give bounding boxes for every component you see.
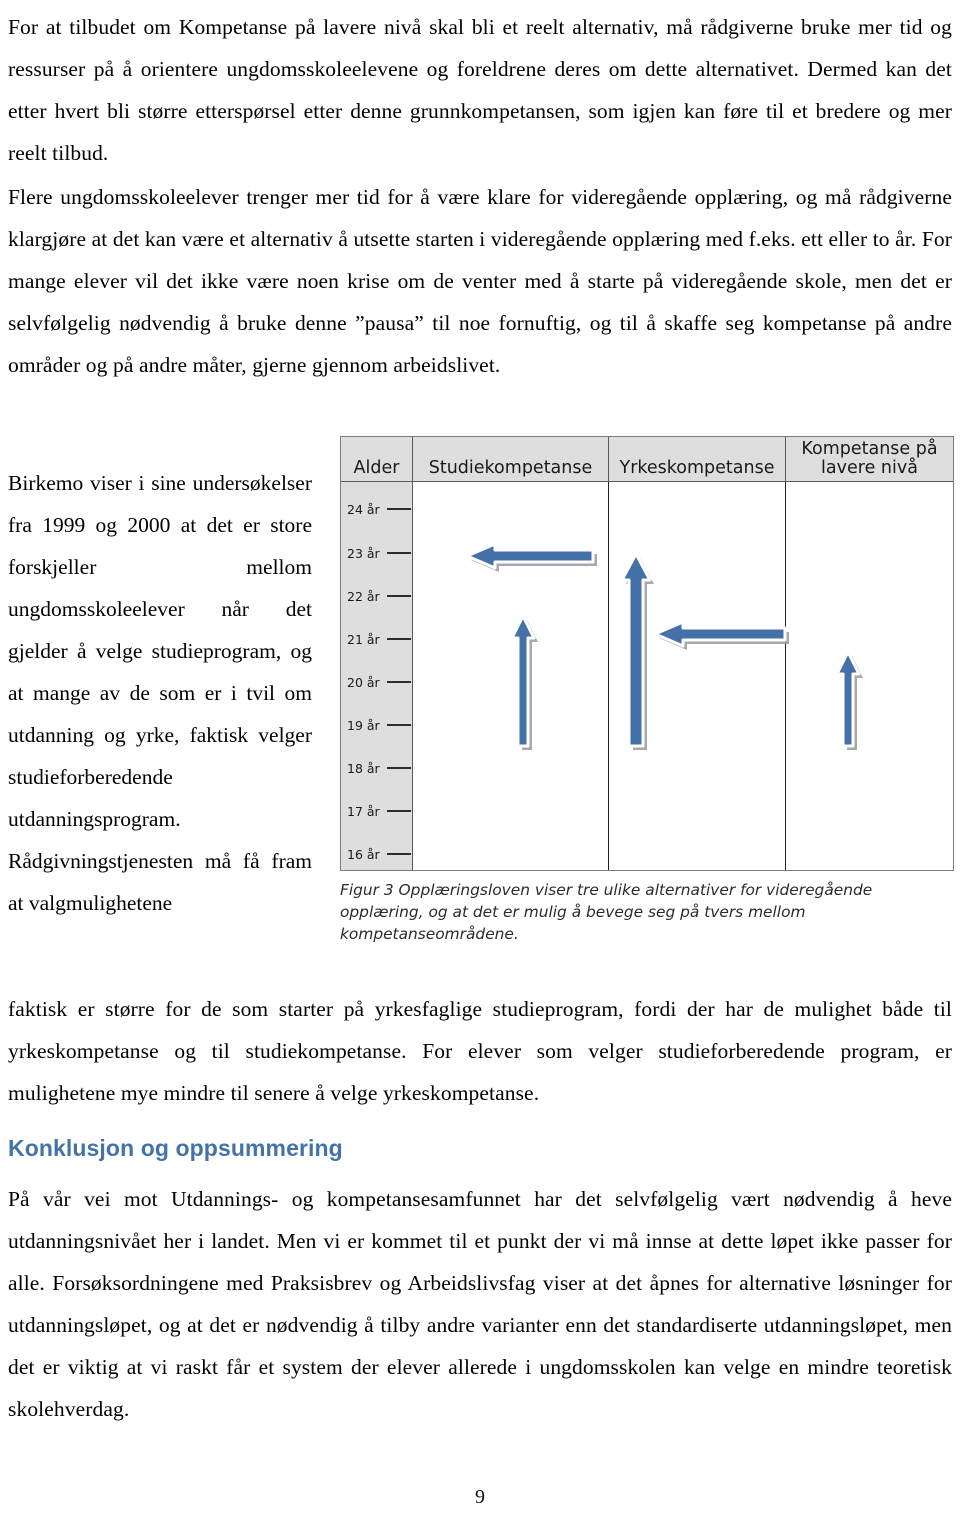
age-tick: 23 år xyxy=(341,544,413,562)
paragraph-2: Flere ungdomsskoleelever trenger mer tid… xyxy=(8,185,952,377)
document-page: For at tilbudet om Kompetanse på lavere … xyxy=(0,0,960,1530)
age-tick: 24 år xyxy=(341,500,413,518)
age-tick-dash xyxy=(387,853,411,855)
age-tick: 22 år xyxy=(341,587,413,605)
age-tick-dash xyxy=(387,724,411,726)
age-tick: 17 år xyxy=(341,802,413,820)
age-tick: 19 år xyxy=(341,716,413,734)
wrapped-paragraph: Birkemo viser i sine undersøkelser fra 1… xyxy=(8,471,312,915)
age-tick-dash xyxy=(387,595,411,597)
page-number: 9 xyxy=(475,1486,485,1508)
paragraph-block-4: På vår vei mot Utdannings- og kompetanse… xyxy=(8,1178,952,1430)
age-tick-label: 19 år xyxy=(347,717,380,733)
age-tick-dash xyxy=(387,638,411,640)
age-tick-dash xyxy=(387,810,411,812)
paragraph-block-2: Flere ungdomsskoleelever trenger mer tid… xyxy=(8,176,952,386)
figure-header-row: Alder Studiekompetanse Yrkeskompetanse K… xyxy=(341,437,953,482)
age-tick: 21 år xyxy=(341,630,413,648)
figure-header-lavere-niva-line1: Kompetanse på xyxy=(801,439,938,459)
figure-header-yrkeskompetanse: Yrkeskompetanse xyxy=(609,437,786,481)
figure-column-yrkeskompetanse xyxy=(609,482,786,870)
paragraph-block-1: For at tilbudet om Kompetanse på lavere … xyxy=(8,0,952,174)
age-tick-label: 23 år xyxy=(347,545,380,561)
figure-3: Alder Studiekompetanse Yrkeskompetanse K… xyxy=(340,436,954,945)
figure-header-studiekompetanse: Studiekompetanse xyxy=(413,437,609,481)
figure-body: 24 år 23 år 22 år 21 år 20 år 19 år 18 å… xyxy=(341,482,953,870)
age-tick: 16 år xyxy=(341,845,413,863)
age-tick-dash xyxy=(387,767,411,769)
figure-caption: Figur 3 Opplæringsloven viser tre ulike … xyxy=(340,881,873,943)
age-tick-dash xyxy=(387,552,411,554)
age-tick-label: 17 år xyxy=(347,803,380,819)
figure-table: Alder Studiekompetanse Yrkeskompetanse K… xyxy=(340,436,954,871)
age-tick-label: 22 år xyxy=(347,588,380,604)
paragraph-block-3: faktisk er større for de som starter på … xyxy=(8,988,952,1114)
age-tick-label: 24 år xyxy=(347,501,380,517)
age-tick-dash xyxy=(387,681,411,683)
figure-column-lavere-niva xyxy=(786,482,953,870)
age-tick-label: 18 år xyxy=(347,760,380,776)
figure-header-alder: Alder xyxy=(341,437,413,481)
paragraph-3: faktisk er større for de som starter på … xyxy=(8,997,952,1105)
age-tick-label: 20 år xyxy=(347,674,380,690)
age-tick-label: 16 år xyxy=(347,846,380,862)
figure-and-wrapped-text: Birkemo viser i sine undersøkelser fra 1… xyxy=(8,436,954,982)
paragraph-1: For at tilbudet om Kompetanse på lavere … xyxy=(8,15,952,165)
age-tick-dash xyxy=(387,508,411,510)
figure-header-lavere-niva-line2: lavere nivå xyxy=(821,458,918,478)
figure-column-studiekompetanse xyxy=(413,482,609,870)
section-heading-konklusjon: Konklusjon og oppsummering xyxy=(8,1135,343,1161)
age-tick: 20 år xyxy=(341,673,413,691)
paragraph-4: På vår vei mot Utdannings- og kompetanse… xyxy=(8,1187,952,1421)
figure-header-lavere-niva: Kompetanse på lavere nivå xyxy=(786,437,953,481)
age-tick-label: 21 år xyxy=(347,631,380,647)
age-tick: 18 år xyxy=(341,759,413,777)
figure-age-axis: 24 år 23 år 22 år 21 år 20 år 19 år 18 å… xyxy=(341,482,413,870)
